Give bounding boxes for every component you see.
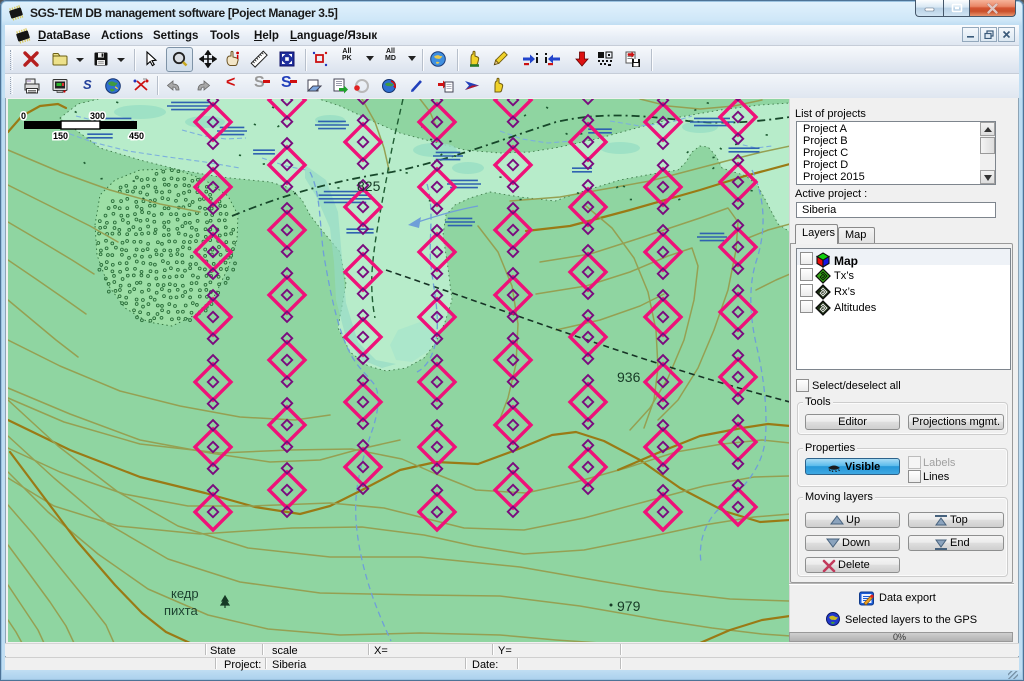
- svg-text:825: 825: [357, 178, 381, 194]
- svg-text:450: 450: [129, 131, 144, 141]
- svg-text:пихта: пихта: [164, 603, 198, 618]
- svg-text:979: 979: [617, 598, 641, 614]
- svg-text:936: 936: [617, 369, 641, 385]
- svg-text:0: 0: [21, 111, 26, 121]
- svg-text:150: 150: [53, 131, 68, 141]
- svg-text:300: 300: [90, 111, 105, 121]
- svg-text:кедр: кедр: [171, 586, 199, 601]
